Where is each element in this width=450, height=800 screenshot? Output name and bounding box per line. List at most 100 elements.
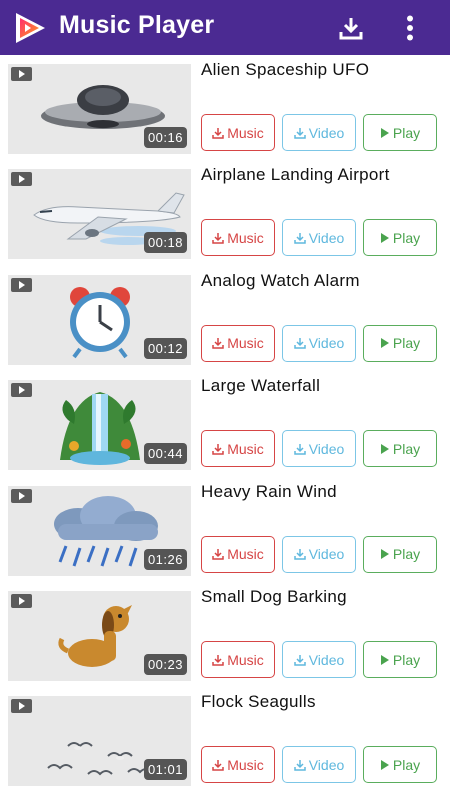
play-button[interactable]: Play [363, 324, 437, 362]
download-video-button[interactable]: Video [282, 114, 356, 151]
download-music-button[interactable]: Music [201, 114, 275, 151]
video-label: Video [308, 546, 345, 563]
sound-title: Airplane Landing Airport [201, 165, 390, 185]
download-music-button[interactable]: Music [201, 430, 275, 468]
play-icon [380, 127, 389, 138]
download-video-button[interactable]: Video [282, 430, 356, 468]
download-music-button[interactable]: Music [201, 641, 275, 678]
video-badge-icon [11, 594, 32, 608]
duration-badge: 00:23 [143, 654, 187, 675]
play-label: Play [392, 335, 421, 352]
download-video-button[interactable]: Video [282, 746, 356, 784]
sound-title: Small Dog Barking [201, 587, 347, 606]
sound-title: Large Waterfall [201, 376, 321, 396]
sound-thumbnail[interactable]: 00:18 [8, 169, 191, 260]
download-video-button[interactable]: Video [282, 219, 356, 257]
sound-list-item: 00:44 Large Waterfall Music Video Play [0, 376, 450, 481]
duration-badge: 00:44 [143, 443, 187, 465]
play-label: Play [392, 124, 421, 141]
video-label: Video [308, 335, 345, 352]
play-icon [380, 654, 389, 665]
duration-badge: 00:18 [143, 232, 187, 254]
play-icon [380, 232, 389, 243]
music-label: Music [227, 546, 264, 563]
download-icon [293, 549, 306, 560]
play-icon [380, 759, 389, 770]
download-icon [293, 232, 306, 244]
video-badge-icon [11, 172, 32, 187]
sound-list-item: 00:12 Analog Watch Alarm Music Video Play [0, 271, 450, 376]
play-button[interactable]: Play [363, 114, 437, 151]
download-icon [293, 759, 306, 771]
app-bar: Music Player [0, 0, 450, 55]
more-options-button[interactable] [396, 12, 424, 44]
play-icon [380, 443, 389, 454]
music-label: Music [227, 440, 264, 457]
video-badge-icon [11, 277, 32, 292]
duration-badge: 00:12 [143, 337, 187, 359]
download-icon [212, 127, 224, 139]
play-label: Play [392, 756, 421, 773]
sound-title: Analog Watch Alarm [201, 270, 360, 290]
sound-thumbnail[interactable]: 00:44 [8, 380, 191, 471]
download-video-button[interactable]: Video [282, 535, 356, 573]
video-badge-icon [11, 488, 32, 503]
download-icon [293, 338, 306, 350]
play-button[interactable]: Play [363, 641, 437, 678]
video-label: Video [308, 229, 345, 246]
music-label: Music [227, 756, 264, 773]
sound-list-item: 00:16 Alien Spaceship UFO Music Video Play [0, 60, 450, 165]
sound-list-item: 01:26 Heavy Rain Wind Music Video Play [0, 482, 450, 587]
download-icon [212, 338, 224, 350]
play-button[interactable]: Play [363, 746, 437, 784]
download-music-button[interactable]: Music [201, 746, 275, 784]
duration-badge: 01:26 [143, 548, 187, 570]
video-badge-icon [11, 383, 32, 398]
app-logo-icon [16, 13, 45, 43]
sound-list-item: 01:01 Flock Seagulls Music Video Play [0, 692, 450, 797]
sound-thumbnail[interactable]: 01:01 [8, 696, 191, 787]
download-icon [212, 759, 224, 771]
sound-thumbnail[interactable]: 00:12 [8, 274, 191, 365]
music-label: Music [227, 229, 264, 246]
download-music-button[interactable]: Music [201, 219, 275, 257]
download-icon [339, 18, 363, 40]
sound-thumbnail[interactable]: 01:26 [8, 485, 191, 576]
more-vert-icon [407, 15, 413, 41]
app-title: Music Player [59, 11, 215, 39]
music-label: Music [227, 335, 264, 352]
download-icon [293, 654, 306, 666]
play-label: Play [392, 229, 421, 246]
download-icon [293, 443, 306, 455]
download-icon [212, 654, 224, 666]
download-video-button[interactable]: Video [282, 641, 356, 678]
music-label: Music [227, 651, 264, 668]
sound-title: Heavy Rain Wind [201, 481, 337, 501]
download-icon [293, 127, 306, 139]
play-label: Play [392, 651, 421, 668]
download-music-button[interactable]: Music [201, 535, 275, 573]
download-icon [212, 443, 224, 455]
play-button[interactable]: Play [363, 219, 437, 257]
play-icon [380, 338, 389, 349]
play-label: Play [392, 546, 421, 563]
video-badge-icon [11, 67, 32, 81]
play-button[interactable]: Play [363, 430, 437, 468]
music-label: Music [227, 124, 264, 141]
download-music-button[interactable]: Music [201, 324, 275, 362]
play-icon [380, 549, 389, 560]
video-label: Video [308, 651, 345, 668]
download-button[interactable] [334, 12, 368, 44]
duration-badge: 00:16 [143, 127, 187, 148]
sound-thumbnail[interactable]: 00:23 [8, 591, 191, 681]
play-label: Play [392, 440, 421, 457]
sound-title: Flock Seagulls [201, 692, 316, 712]
sound-list-item: 00:18 Airplane Landing Airport Music Video P… [0, 165, 450, 270]
sound-list-item: 00:23 Small Dog Barking Music Video Play [0, 587, 450, 692]
sound-thumbnail[interactable]: 00:16 [8, 64, 191, 154]
play-button[interactable]: Play [363, 535, 437, 573]
video-label: Video [308, 756, 345, 773]
duration-badge: 01:01 [143, 759, 187, 781]
download-video-button[interactable]: Video [282, 324, 356, 362]
sound-title: Alien Spaceship UFO [201, 60, 370, 79]
